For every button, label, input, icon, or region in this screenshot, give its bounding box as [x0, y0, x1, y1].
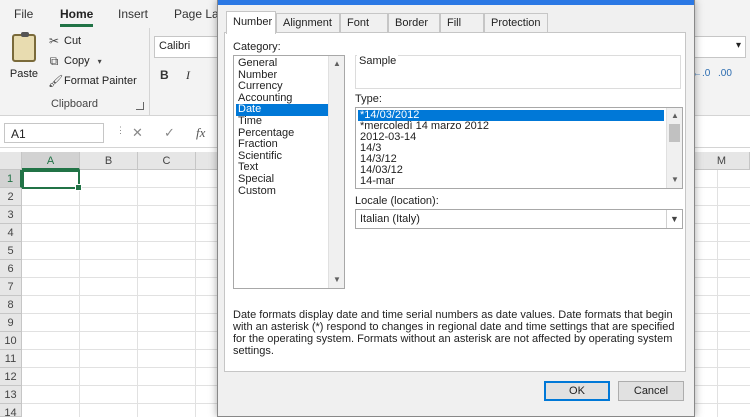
cut-label: Cut [64, 35, 82, 47]
row-header[interactable]: 5 [0, 242, 22, 260]
scissors-icon: ✂ [48, 34, 60, 48]
row-header[interactable]: 2 [0, 188, 22, 206]
scroll-thumb[interactable] [669, 124, 680, 142]
name-box[interactable]: A1 [4, 123, 104, 143]
chevron-down-icon[interactable]: ▾ [94, 57, 106, 66]
clipboard-icon [12, 32, 36, 62]
category-label: Category: [233, 41, 281, 53]
scroll-up-icon[interactable]: ▲ [329, 56, 345, 72]
clipboard-group-label: Clipboard [50, 98, 99, 110]
more-options-icon[interactable]: ⋮ [116, 125, 125, 136]
row-header[interactable]: 1 [0, 170, 22, 188]
category-scrollbar[interactable]: ▲ ▼ [328, 56, 344, 288]
copy-icon: ⧉ [49, 53, 59, 68]
row-header[interactable]: 11 [0, 350, 22, 368]
column-header-m[interactable]: M [694, 152, 750, 170]
paintbrush-icon: 🖌 [48, 74, 64, 88]
scroll-down-icon[interactable]: ▼ [667, 172, 683, 188]
decrease-decimal-icon[interactable]: .00 [718, 68, 732, 79]
locale-value: Italian (Italy) [360, 213, 420, 225]
copy-button[interactable]: ⧉ Copy ▾ [48, 52, 106, 70]
tab-protection[interactable]: Protection [484, 13, 548, 33]
paste-label: Paste [9, 68, 39, 80]
number-tab-panel: Category: General Number Currency Accoun… [224, 32, 686, 372]
row-header[interactable]: 9 [0, 314, 22, 332]
column-header-d[interactable] [196, 152, 218, 170]
type-scrollbar[interactable]: ▲ ▼ [666, 108, 682, 188]
type-item[interactable]: 14-mar [358, 176, 664, 187]
bold-button[interactable]: B [160, 68, 169, 82]
column-header-b[interactable]: B [80, 152, 138, 170]
tab-alignment[interactable]: Alignment [276, 13, 340, 33]
scroll-up-icon[interactable]: ▲ [667, 108, 683, 124]
insert-function-icon[interactable]: fx [196, 125, 205, 141]
category-listbox[interactable]: General Number Currency Accounting Date … [233, 55, 345, 289]
tab-number[interactable]: Number [226, 11, 276, 34]
font-group: Calibri B I [150, 28, 220, 116]
sample-groupbox [355, 55, 681, 89]
type-item[interactable]: 14/3 [358, 143, 664, 154]
tab-font[interactable]: Font [340, 13, 388, 33]
scroll-down-icon[interactable]: ▼ [329, 272, 345, 288]
chevron-down-icon[interactable]: ▼ [666, 210, 682, 228]
format-cells-dialog: Number Alignment Font Border Fill Protec… [217, 0, 695, 417]
row-header[interactable]: 14 [0, 404, 22, 417]
category-description: Date formats display date and time seria… [233, 309, 675, 357]
column-header-a[interactable]: A [22, 152, 80, 170]
cancel-button[interactable]: Cancel [618, 381, 684, 401]
row-header[interactable]: 6 [0, 260, 22, 278]
active-cell-a1[interactable] [22, 170, 82, 191]
locale-dropdown[interactable]: Italian (Italy) ▼ [355, 209, 683, 229]
paste-button[interactable]: Paste [6, 32, 42, 84]
row-header[interactable]: 13 [0, 386, 22, 404]
format-painter-label: Format Painter [64, 75, 137, 87]
row-header[interactable]: 10 [0, 332, 22, 350]
type-item[interactable]: 14/03/12 [358, 165, 664, 176]
sample-label: Sample [357, 55, 399, 67]
clipboard-group: Paste ✂ Cut ⧉ Copy ▾ 🖌 Format Painter Cl… [0, 28, 150, 116]
confirm-entry-icon[interactable]: ✓ [164, 125, 175, 141]
row-header[interactable]: 12 [0, 368, 22, 386]
category-item-custom[interactable]: Custom [236, 185, 328, 198]
tab-home[interactable]: Home [60, 7, 94, 27]
type-label: Type: [355, 93, 382, 105]
type-item[interactable]: 2012-03-14 [358, 132, 664, 143]
row-header[interactable]: 7 [0, 278, 22, 296]
category-item-time[interactable]: Time [236, 115, 328, 128]
copy-label: Copy [64, 55, 90, 67]
row-header[interactable]: 3 [0, 206, 22, 224]
row-header[interactable]: 8 [0, 296, 22, 314]
font-name-combo[interactable]: Calibri [154, 36, 218, 58]
column-header-c[interactable]: C [138, 152, 196, 170]
row-header[interactable]: 4 [0, 224, 22, 242]
category-item-general[interactable]: General [236, 57, 328, 70]
tab-file[interactable]: File [14, 7, 33, 21]
tab-border[interactable]: Border [388, 13, 440, 33]
dialog-launcher-icon[interactable] [136, 102, 144, 110]
type-listbox[interactable]: *14/03/2012 *mercoledì 14 marzo 2012 201… [355, 107, 683, 189]
category-item-special[interactable]: Special [236, 173, 328, 186]
tab-fill[interactable]: Fill [440, 13, 484, 33]
cut-button[interactable]: ✂ Cut [48, 32, 81, 50]
select-all-corner[interactable] [0, 152, 22, 170]
tab-insert[interactable]: Insert [118, 7, 148, 21]
cancel-entry-icon[interactable]: ✕ [132, 125, 143, 141]
ok-button[interactable]: OK [544, 381, 610, 401]
dialog-title-bar[interactable] [218, 0, 694, 5]
chevron-down-icon: ▾ [735, 40, 741, 51]
italic-button[interactable]: I [186, 68, 190, 83]
type-item[interactable]: 14/3/12 [358, 154, 664, 165]
locale-label: Locale (location): [355, 195, 439, 207]
format-painter-button[interactable]: 🖌 Format Painter [48, 72, 137, 90]
